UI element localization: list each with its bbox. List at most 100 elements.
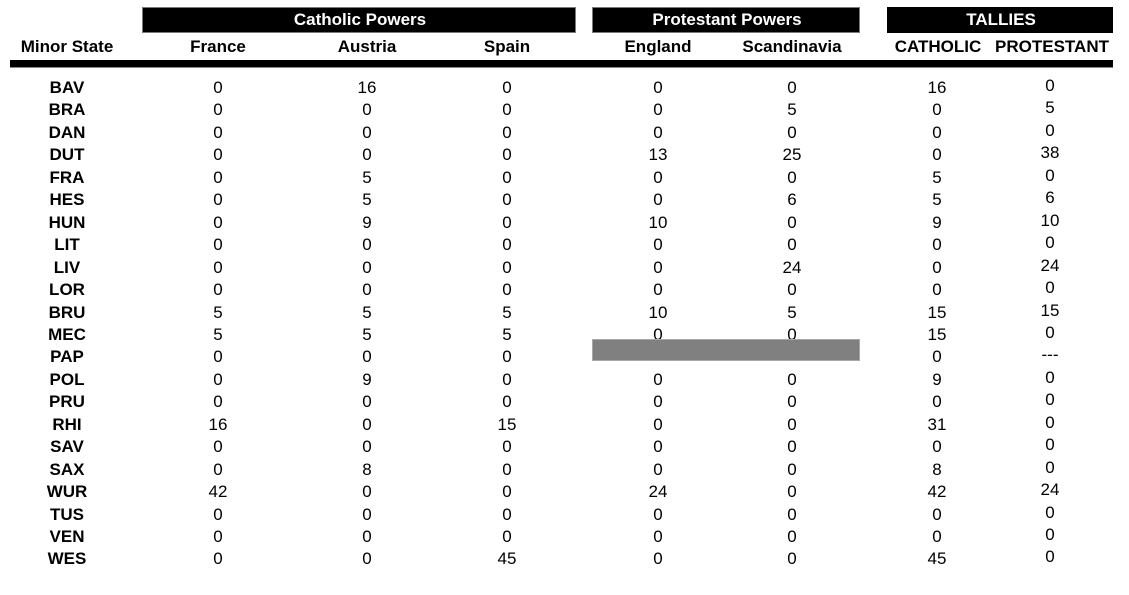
spain-value: 45 — [497, 549, 517, 569]
state-name: FRA — [49, 167, 85, 187]
state-name: PRU — [49, 392, 85, 412]
column-header-england: England — [624, 37, 692, 56]
protestant-tally-value: 0 — [1045, 435, 1055, 455]
austria-value: 0 — [362, 437, 372, 457]
protestant-tally-value: 15 — [1040, 300, 1060, 320]
catholic-tally-value: 15 — [927, 324, 947, 344]
scandinavia-value: 5 — [787, 100, 797, 120]
austria-value: 0 — [362, 257, 372, 277]
column-header-france: France — [190, 37, 246, 56]
state-name: LIT — [54, 235, 80, 255]
scandinavia-value: 0 — [787, 482, 797, 502]
spain-value: 0 — [502, 122, 512, 142]
spain-value: 0 — [502, 459, 512, 479]
table-row: WUR 42 0 0 24 0 42 24 — [0, 480, 1129, 503]
spain-value: 0 — [502, 235, 512, 255]
spain-value: 0 — [502, 504, 512, 524]
france-value: 0 — [213, 100, 223, 120]
catholic-tally-value: 16 — [927, 78, 947, 97]
protestant-tally-value: 0 — [1045, 390, 1055, 410]
state-name: BRA — [48, 100, 86, 120]
france-value: 0 — [213, 78, 223, 97]
england-value: 0 — [653, 392, 663, 412]
catholic-tally-value: 0 — [932, 145, 942, 165]
france-value: 0 — [213, 122, 223, 142]
england-value: 0 — [653, 190, 663, 210]
protestant-tally-value: 0 — [1045, 525, 1055, 544]
table-row: MEC 5 5 5 0 0 15 0 — [0, 322, 1129, 346]
france-value: 0 — [213, 392, 223, 412]
scandinavia-value: 0 — [787, 167, 797, 187]
state-name: RHI — [52, 414, 82, 434]
austria-value: 0 — [362, 504, 372, 524]
scandinavia-value: 0 — [787, 280, 797, 300]
state-name: SAV — [50, 437, 84, 457]
france-value: 0 — [213, 212, 223, 232]
france-value: 0 — [213, 549, 223, 569]
tallies-label: TALLIES — [966, 10, 1036, 29]
protestant-tally-value: 0 — [1045, 278, 1055, 298]
austria-value: 9 — [362, 369, 372, 389]
tallies-header: TALLIES — [887, 7, 1113, 33]
spain-value: 0 — [502, 437, 512, 457]
table-row: SAV 0 0 0 0 0 0 0 — [0, 435, 1129, 458]
austria-value: 0 — [362, 280, 372, 300]
austria-value: 0 — [362, 482, 372, 502]
state-name: VEN — [49, 527, 85, 546]
france-value: 0 — [213, 459, 223, 479]
protestant-tally-value: 0 — [1045, 502, 1055, 522]
scandinavia-value: 0 — [787, 527, 797, 546]
table-row: WES 0 0 45 0 0 45 0 — [0, 547, 1129, 570]
catholic-tally-value: 0 — [932, 504, 942, 524]
england-value: 0 — [653, 527, 663, 546]
protestant-tally-value: 0 — [1045, 367, 1055, 387]
catholic-tally-value: 15 — [927, 302, 947, 322]
england-value: 0 — [653, 369, 663, 389]
state-name: LIV — [53, 257, 81, 277]
state-name: TUS — [50, 504, 84, 524]
table-row: HUN 0 9 0 10 0 9 10 — [0, 210, 1129, 234]
column-header-austria: Austria — [337, 37, 397, 56]
england-value: 0 — [653, 414, 663, 434]
protestant-tally-value: 24 — [1040, 255, 1060, 275]
column-header-scandinavia: Scandinavia — [742, 37, 842, 56]
state-name: DAN — [48, 122, 86, 142]
england-value: 0 — [653, 122, 663, 142]
protestant-tally-value: 10 — [1040, 210, 1060, 230]
england-value: 0 — [653, 78, 663, 97]
france-value: 0 — [213, 527, 223, 546]
state-name: DUT — [49, 145, 85, 165]
france-value: 5 — [213, 324, 223, 344]
england-value: 0 — [653, 100, 663, 120]
scandinavia-value: 5 — [787, 302, 797, 322]
spain-value: 0 — [502, 482, 512, 502]
scandinavia-value: 0 — [787, 392, 797, 412]
not-applicable-shading — [592, 339, 860, 362]
england-value: 0 — [653, 549, 663, 569]
austria-value: 0 — [362, 100, 372, 120]
austria-value: 0 — [362, 392, 372, 412]
austria-value: 8 — [362, 459, 372, 479]
austria-value: 0 — [362, 235, 372, 255]
catholic-powers-label: Catholic Powers — [293, 10, 427, 29]
england-value: 0 — [653, 459, 663, 479]
england-value: 0 — [653, 235, 663, 255]
spain-value: 0 — [502, 212, 512, 232]
state-name: SAX — [49, 459, 85, 479]
state-name: LOR — [49, 280, 85, 300]
france-value: 0 — [213, 257, 223, 277]
england-value: 0 — [653, 167, 663, 187]
catholic-tally-value: 0 — [932, 437, 942, 457]
england-value: 0 — [653, 280, 663, 300]
austria-value: 9 — [362, 212, 372, 232]
austria-value: 5 — [362, 190, 372, 210]
column-header-protestant-tally: PROTESTANT — [995, 37, 1109, 56]
austria-value: 0 — [362, 145, 372, 165]
catholic-tally-value: 0 — [932, 347, 942, 367]
spain-value: 0 — [502, 257, 512, 277]
protestant-tally-value: 0 — [1045, 322, 1055, 342]
catholic-tally-value: 0 — [932, 235, 942, 255]
austria-value: 0 — [362, 347, 372, 367]
catholic-tally-value: 0 — [932, 122, 942, 142]
france-value: 0 — [213, 369, 223, 389]
